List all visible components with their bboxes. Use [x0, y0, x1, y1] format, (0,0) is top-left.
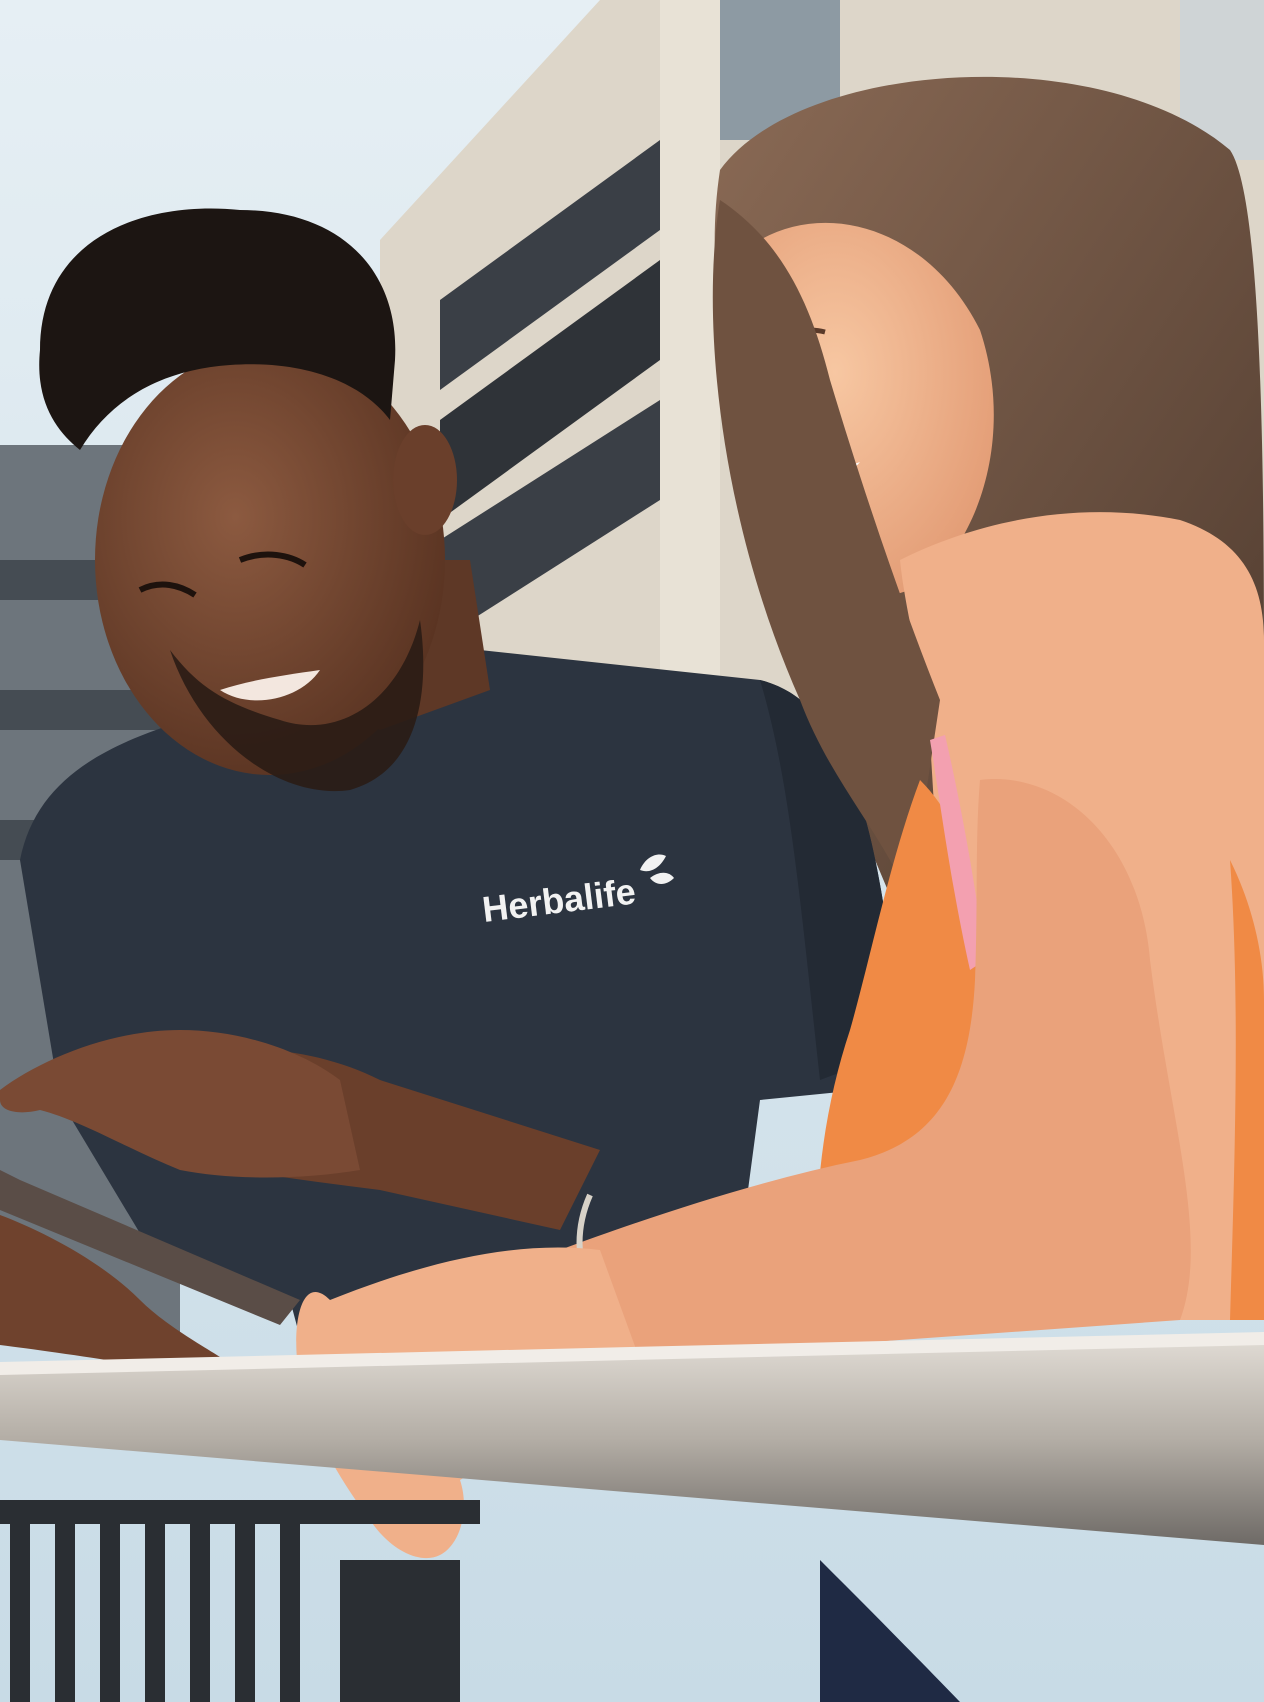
man-ear: [393, 425, 457, 535]
photo-scene: Herbalife: [0, 0, 1264, 1702]
